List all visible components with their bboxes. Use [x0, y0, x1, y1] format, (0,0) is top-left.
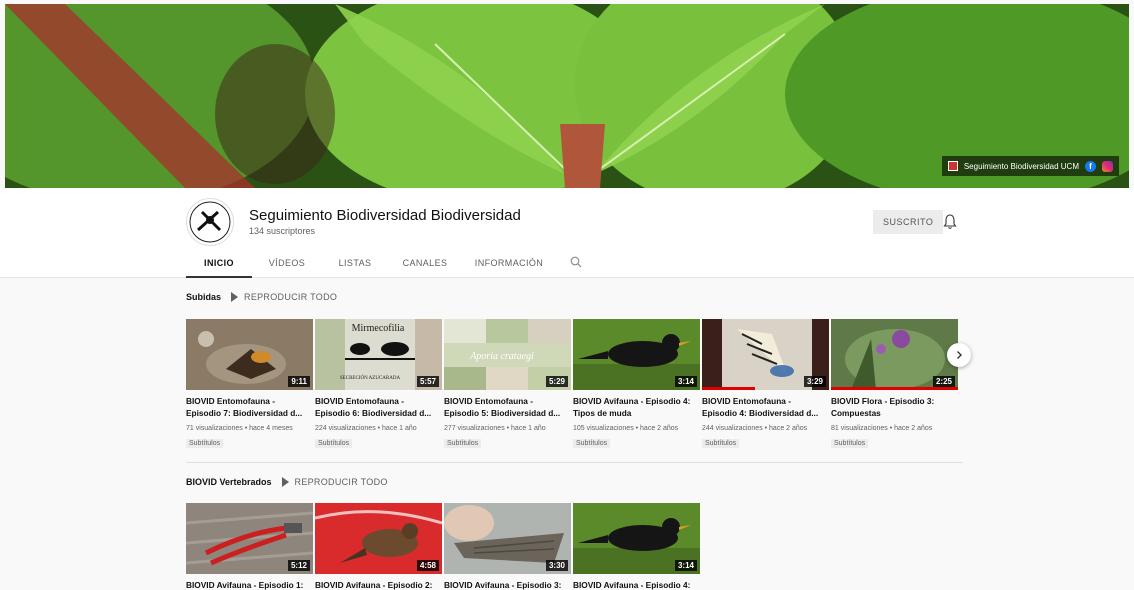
chevron-right-icon [957, 351, 962, 359]
tab-listas[interactable]: LISTAS [322, 252, 388, 278]
video-card[interactable]: 9:11 BIOVID Entomofauna - Episodio 7: Bi… [186, 319, 314, 450]
thumb-overlay-title: Mirmecofilia [352, 323, 405, 334]
tab-inicio[interactable]: INICIO [186, 252, 252, 278]
play-all-button[interactable]: REPRODUCIR TODO [231, 292, 337, 302]
video-duration: 9:11 [288, 376, 310, 387]
subtitles-badge: Subtítulos [573, 439, 611, 448]
shelf-next-button[interactable] [947, 343, 971, 367]
video-thumbnail[interactable]: 5:12 [186, 503, 313, 574]
video-meta: 71 visualizaciones • hace 4 meses [186, 425, 293, 432]
video-duration: 5:57 [416, 376, 439, 387]
channel-favicon-icon [947, 161, 958, 171]
video-row-uploads: 9:11 BIOVID Entomofauna - Episodio 7: Bi… [186, 319, 959, 450]
play-all-label: REPRODUCIR TODO [294, 477, 388, 487]
video-card[interactable]: 3:30 BIOVID Avifauna - Episodio 3: [444, 503, 572, 590]
video-thumbnail[interactable]: 3:30 [444, 503, 571, 574]
channel-title: Seguimiento Biodiversidad Biodiversidad [249, 207, 521, 224]
thumb-overlay-title: Aporia crataegi [469, 351, 534, 362]
video-meta: 244 visualizaciones • hace 2 años [702, 425, 808, 432]
video-thumbnail[interactable]: 4:58 [315, 503, 442, 574]
subscriber-count: 134 suscriptores [249, 226, 316, 236]
video-duration: 3:29 [803, 376, 826, 387]
watch-progress-bar [702, 387, 756, 390]
video-title[interactable]: BIOVID Entomofauna - Episodio 4: Biodive… [702, 396, 830, 419]
video-title[interactable]: BIOVID Avifauna - Episodio 4: Tipos de m… [573, 396, 701, 419]
video-meta: 224 visualizaciones • hace 1 año [315, 425, 417, 432]
video-thumbnail[interactable]: 3:29 [702, 319, 829, 390]
video-card[interactable]: 3:14 BIOVID Avifauna - Episodio 4: Tipos… [573, 319, 701, 450]
video-card[interactable]: 3:29 BIOVID Entomofauna - Episodio 4: Bi… [702, 319, 830, 450]
subtitles-badge: Subtítulos [444, 439, 482, 448]
video-duration: 3:30 [545, 560, 568, 571]
video-thumbnail[interactable]: 3:14 [573, 503, 700, 574]
video-thumbnail[interactable]: 2:25 [831, 319, 958, 390]
video-thumbnail[interactable]: 9:11 [186, 319, 313, 390]
video-meta: 81 visualizaciones • hace 2 años [831, 425, 933, 432]
video-thumbnail[interactable]: Aporia crataegi 5:29 [444, 319, 571, 390]
video-duration: 3:14 [674, 560, 697, 571]
video-thumbnail[interactable]: 3:14 [573, 319, 700, 390]
shelf-header-vertebrados: BIOVID Vertebrados REPRODUCIR TODO [186, 477, 388, 487]
channel-tabs: INICIO VÍDEOS LISTAS CANALES INFORMACIÓN [186, 252, 582, 278]
video-row-vertebrados: 5:12 BIOVID Avifauna - Episodio 1: 4:58 … [186, 503, 701, 590]
video-card[interactable]: 3:14 BIOVID Avifauna - Episodio 4: [573, 503, 701, 590]
video-meta: 277 visualizaciones • hace 1 año [444, 425, 546, 432]
thumb-overlay-sub: SECRECIÓN AZUCARADA [340, 375, 401, 381]
video-title[interactable]: BIOVID Entomofauna - Episodio 7: Biodive… [186, 396, 314, 419]
facebook-icon[interactable]: f [1085, 160, 1096, 172]
video-title[interactable]: BIOVID Avifauna - Episodio 2: [315, 580, 443, 590]
video-card[interactable]: Aporia crataegi 5:29 BIOVID Entomofauna … [444, 319, 572, 450]
video-title[interactable]: BIOVID Avifauna - Episodio 4: [573, 580, 701, 590]
shelf-title[interactable]: BIOVID Vertebrados [186, 477, 272, 487]
shelf-header-uploads: Subidas REPRODUCIR TODO [186, 292, 337, 302]
video-card[interactable]: 5:12 BIOVID Avifauna - Episodio 1: [186, 503, 314, 590]
subtitles-badge: Subtítulos [702, 439, 740, 448]
shelf-title[interactable]: Subidas [186, 292, 221, 302]
instagram-icon[interactable] [1102, 160, 1113, 172]
tab-informacion[interactable]: INFORMACIÓN [468, 252, 550, 278]
subtitles-badge: Subtítulos [315, 439, 353, 448]
video-card[interactable]: Mirmecofilia SECRECIÓN AZUCARADA 5:57 BIO… [315, 319, 443, 450]
video-duration: 4:58 [416, 560, 439, 571]
subscribed-button[interactable]: SUSCRITO [873, 210, 944, 234]
channel-avatar[interactable] [186, 198, 234, 246]
tab-canales[interactable]: CANALES [392, 252, 458, 278]
video-title[interactable]: BIOVID Entomofauna - Episodio 5: Biodive… [444, 396, 572, 419]
play-all-button[interactable]: REPRODUCIR TODO [281, 477, 388, 487]
channel-banner: Seguimiento Biodiversidad UCM f [5, 4, 1129, 188]
subtitles-badge: Subtítulos [831, 439, 869, 448]
banner-links[interactable]: Seguimiento Biodiversidad UCM f [941, 156, 1119, 176]
subtitles-badge: Subtítulos [186, 439, 224, 448]
play-all-label: REPRODUCIR TODO [244, 292, 338, 302]
avatar-logo-icon [189, 201, 231, 243]
video-title[interactable]: BIOVID Flora - Episodio 3: Compuestas [831, 396, 959, 419]
video-title[interactable]: BIOVID Entomofauna - Episodio 6: Biodive… [315, 396, 443, 419]
video-duration: 2:25 [932, 376, 955, 387]
banner-channel-link[interactable]: Seguimiento Biodiversidad UCM [964, 162, 1079, 171]
play-icon [231, 292, 239, 302]
shelf-divider [186, 462, 963, 463]
channel-header: Seguimiento Biodiversidad Biodiversidad … [0, 188, 1134, 278]
tab-videos[interactable]: VÍDEOS [254, 252, 320, 278]
bell-icon[interactable] [943, 214, 957, 230]
play-icon [281, 477, 289, 487]
video-card[interactable]: 4:58 BIOVID Avifauna - Episodio 2: [315, 503, 443, 590]
video-title[interactable]: BIOVID Avifauna - Episodio 1: [186, 580, 314, 590]
video-duration: 5:12 [287, 560, 310, 571]
search-icon[interactable] [570, 256, 582, 268]
watch-progress-bar [831, 387, 958, 390]
video-card[interactable]: 2:25 BIOVID Flora - Episodio 3: Compuest… [831, 319, 959, 450]
video-duration: 5:29 [545, 376, 568, 387]
video-thumbnail[interactable]: Mirmecofilia SECRECIÓN AZUCARADA 5:57 [315, 319, 442, 390]
video-meta: 105 visualizaciones • hace 2 años [573, 425, 679, 432]
video-duration: 3:14 [674, 376, 697, 387]
video-title[interactable]: BIOVID Avifauna - Episodio 3: [444, 580, 572, 590]
